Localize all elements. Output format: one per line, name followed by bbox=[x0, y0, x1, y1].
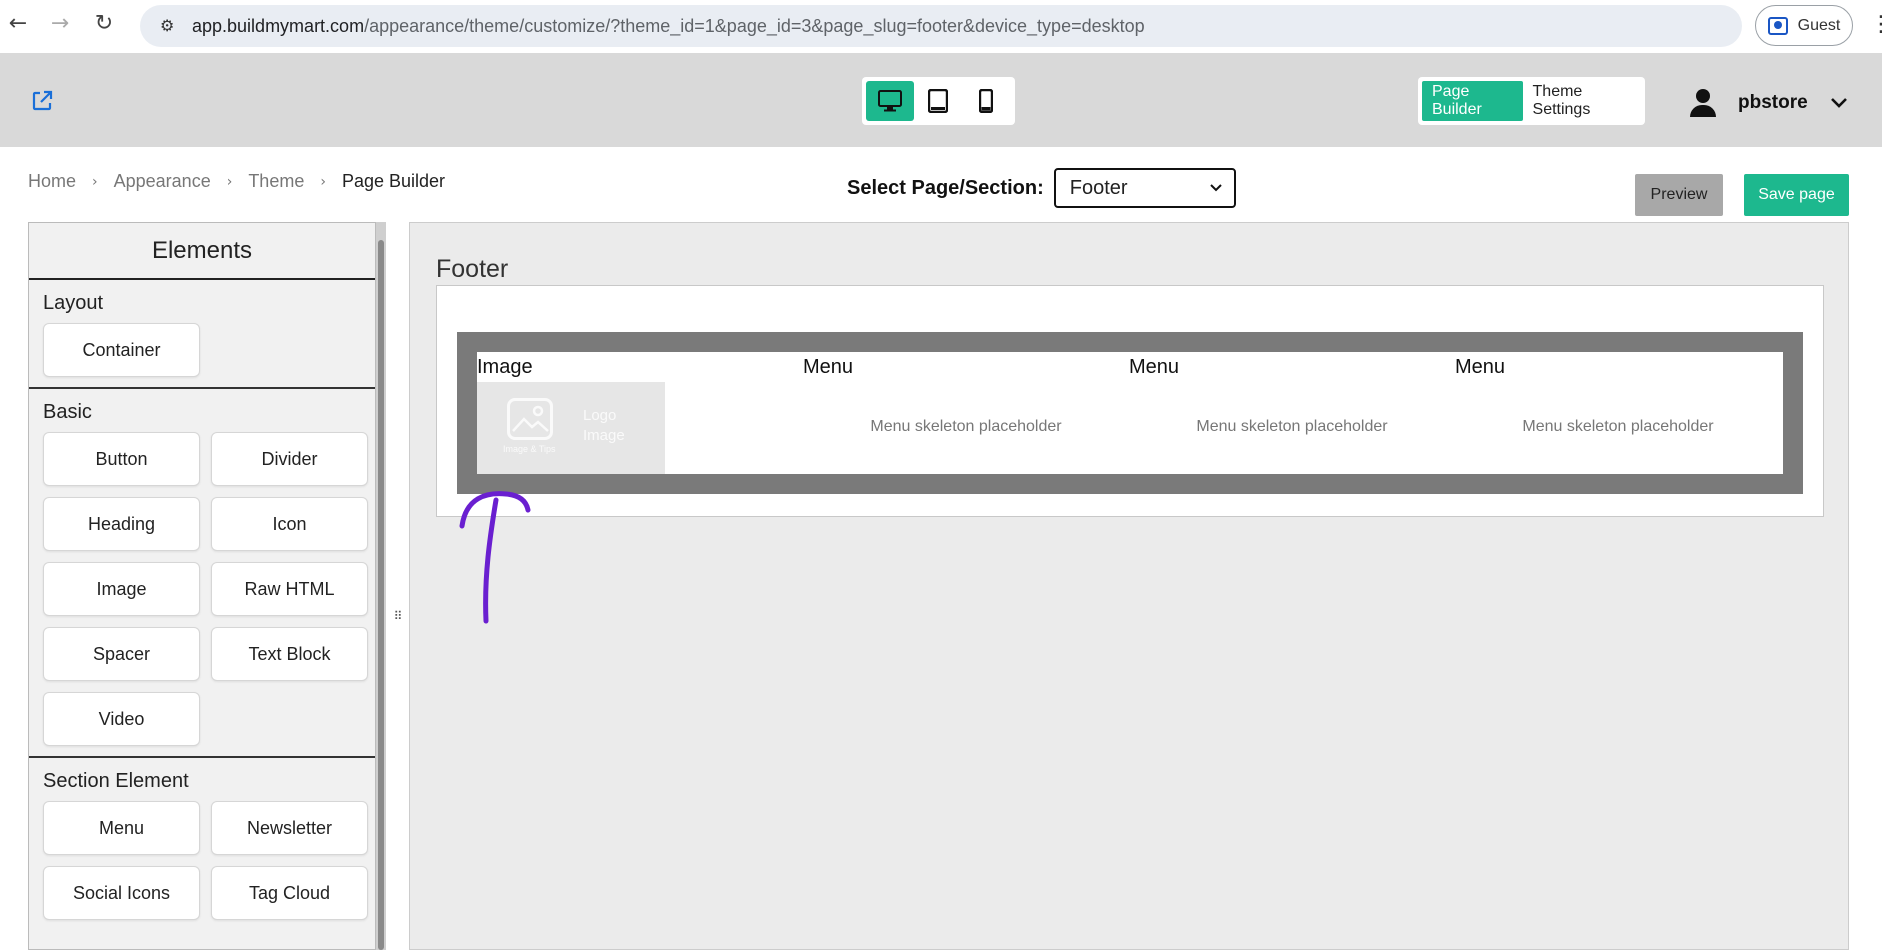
save-page-button[interactable]: Save page bbox=[1744, 174, 1849, 216]
profile-label: Guest bbox=[1797, 16, 1841, 34]
page-select-area: Select Page/Section: Footer bbox=[847, 168, 1236, 208]
element-text-block[interactable]: Text Block bbox=[211, 627, 368, 681]
elements-panel: Elements Layout Container Basic Button D… bbox=[28, 222, 376, 950]
user-icon bbox=[1690, 89, 1716, 117]
panel-scrollbar-thumb[interactable] bbox=[378, 240, 384, 950]
chevron-right-icon: › bbox=[92, 173, 98, 190]
column-label: Menu bbox=[803, 356, 854, 378]
element-button[interactable]: Button bbox=[43, 432, 200, 486]
element-menu[interactable]: Menu bbox=[43, 801, 200, 855]
chevron-down-icon bbox=[1210, 184, 1222, 192]
logo-placeholder-caption: Image & Tips bbox=[503, 444, 556, 454]
mobile-icon bbox=[979, 89, 993, 113]
tablet-icon bbox=[928, 89, 948, 113]
element-container[interactable]: Container bbox=[43, 323, 200, 377]
menu-skeleton-placeholder: Menu skeleton placeholder bbox=[870, 418, 1062, 435]
element-social-icons[interactable]: Social Icons bbox=[43, 866, 200, 920]
footer-column-menu[interactable]: Menu Menu skeleton placeholder bbox=[1455, 352, 1781, 474]
browser-toolbar: ← → ↻ ⚙ app.buildmymart.com/appearance/t… bbox=[0, 0, 1882, 53]
breadcrumb-home[interactable]: Home bbox=[28, 171, 76, 192]
annotation-arrow-mark bbox=[459, 491, 531, 624]
elements-panel-title: Elements bbox=[29, 223, 375, 280]
layout-section: Layout Container bbox=[29, 280, 375, 389]
footer-section-frame[interactable]: Image Image & Tips Logo Image Menu Menu … bbox=[436, 285, 1824, 517]
column-label: Menu bbox=[1455, 356, 1506, 378]
logo-image-placeholder[interactable]: Image & Tips Logo Image bbox=[477, 382, 665, 474]
section-element-section: Section Element Menu Newsletter Social I… bbox=[29, 758, 375, 930]
profile-button[interactable]: Guest bbox=[1755, 5, 1853, 46]
section-title: Basic bbox=[43, 401, 92, 423]
breadcrumb-theme[interactable]: Theme bbox=[248, 171, 304, 192]
breadcrumb: Home › Appearance › Theme › Page Builder bbox=[28, 171, 445, 192]
external-link-icon[interactable] bbox=[30, 89, 54, 113]
resize-handle-icon[interactable]: ⠿ bbox=[393, 606, 403, 626]
column-label: Menu bbox=[1129, 356, 1180, 378]
user-menu[interactable]: pbstore bbox=[1690, 83, 1848, 123]
element-heading[interactable]: Heading bbox=[43, 497, 200, 551]
breadcrumb-appearance[interactable]: Appearance bbox=[114, 171, 211, 192]
desktop-device-button[interactable] bbox=[866, 81, 914, 121]
tab-page-builder[interactable]: Page Builder bbox=[1422, 81, 1523, 121]
element-spacer[interactable]: Spacer bbox=[43, 627, 200, 681]
app-header: Page Builder Theme Settings pbstore bbox=[0, 53, 1882, 147]
reload-icon[interactable]: ↻ bbox=[92, 12, 116, 36]
url-text: app.buildmymart.com/appearance/theme/cus… bbox=[192, 15, 1145, 36]
address-bar[interactable]: ⚙ app.buildmymart.com/appearance/theme/c… bbox=[140, 5, 1742, 47]
mobile-device-button[interactable] bbox=[962, 81, 1010, 121]
site-settings-icon[interactable]: ⚙ bbox=[160, 16, 180, 36]
chevron-down-icon[interactable] bbox=[1830, 97, 1848, 109]
forward-arrow-icon[interactable]: → bbox=[48, 12, 72, 36]
element-icon[interactable]: Icon bbox=[211, 497, 368, 551]
device-switcher bbox=[862, 77, 1015, 125]
tab-theme-settings[interactable]: Theme Settings bbox=[1523, 81, 1641, 121]
profile-icon bbox=[1767, 16, 1788, 35]
element-divider[interactable]: Divider bbox=[211, 432, 368, 486]
footer-column-menu[interactable]: Menu Menu skeleton placeholder bbox=[1129, 352, 1455, 474]
page-select-value: Footer bbox=[1069, 176, 1128, 199]
back-arrow-icon[interactable]: ← bbox=[6, 12, 30, 36]
section-title: Section Element bbox=[43, 770, 189, 792]
canvas-section-title: Footer bbox=[436, 255, 509, 283]
section-title: Layout bbox=[43, 292, 104, 314]
breadcrumb-page-builder: Page Builder bbox=[341, 171, 446, 191]
desktop-icon bbox=[878, 90, 902, 112]
element-video[interactable]: Video bbox=[43, 692, 200, 746]
footer-container[interactable]: Image Image & Tips Logo Image Menu Menu … bbox=[457, 332, 1803, 494]
element-newsletter[interactable]: Newsletter bbox=[211, 801, 368, 855]
more-menu-icon[interactable]: ⋮ bbox=[1870, 12, 1882, 37]
tablet-device-button[interactable] bbox=[914, 81, 962, 121]
element-image[interactable]: Image bbox=[43, 562, 200, 616]
menu-skeleton-placeholder: Menu skeleton placeholder bbox=[1522, 418, 1714, 435]
page-select-dropdown[interactable]: Footer bbox=[1053, 168, 1236, 208]
user-name: pbstore bbox=[1738, 92, 1808, 113]
chevron-right-icon: › bbox=[226, 173, 233, 190]
image-icon bbox=[507, 398, 553, 440]
preview-button[interactable]: Preview bbox=[1635, 174, 1723, 216]
chevron-right-icon: › bbox=[320, 173, 326, 190]
page-select-label: Select Page/Section: bbox=[847, 176, 1044, 199]
footer-column-image[interactable]: Image Image & Tips Logo Image bbox=[477, 352, 803, 474]
logo-placeholder-text: Logo Image bbox=[583, 407, 625, 444]
builder-canvas: Footer Image Image & Tips Logo Image Men… bbox=[409, 222, 1849, 950]
builder-tabs: Page Builder Theme Settings bbox=[1418, 77, 1645, 125]
footer-column-menu[interactable]: Menu Menu skeleton placeholder bbox=[803, 352, 1129, 474]
menu-skeleton-placeholder: Menu skeleton placeholder bbox=[1196, 418, 1388, 435]
element-raw-html[interactable]: Raw HTML bbox=[211, 562, 368, 616]
column-label: Image bbox=[477, 356, 533, 378]
basic-section: Basic Button Divider Heading Icon Image … bbox=[29, 389, 375, 758]
element-tag-cloud[interactable]: Tag Cloud bbox=[211, 866, 368, 920]
footer-row[interactable]: Image Image & Tips Logo Image Menu Menu … bbox=[477, 352, 1783, 474]
